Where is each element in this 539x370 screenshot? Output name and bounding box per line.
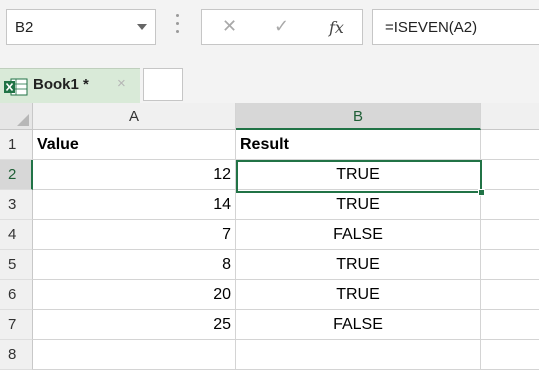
cell-c8[interactable] — [481, 340, 539, 370]
formula-buttons: ✕ ✓ fx — [201, 9, 363, 45]
cell-c1[interactable] — [481, 130, 539, 160]
row-header-6[interactable]: 6 — [0, 280, 33, 310]
cell-b8[interactable] — [236, 340, 481, 370]
column-header-b[interactable]: B — [236, 103, 481, 130]
column-header-a[interactable]: A — [33, 103, 236, 130]
cell-c2[interactable] — [481, 160, 539, 190]
cell-a5[interactable]: 8 — [33, 250, 236, 280]
cell-a8[interactable] — [33, 340, 236, 370]
workbook-tab-strip: Book1 * × — [0, 58, 539, 103]
row-header-2[interactable]: 2 — [0, 160, 33, 190]
cell-a7[interactable]: 25 — [33, 310, 236, 340]
row-header-7[interactable]: 7 — [0, 310, 33, 340]
cell-b2[interactable]: TRUE — [236, 160, 481, 190]
cell-b3[interactable]: TRUE — [236, 190, 481, 220]
tab-book1[interactable]: Book1 * × — [0, 68, 140, 103]
row-header-1[interactable]: 1 — [0, 130, 33, 160]
cell-b1[interactable]: Result — [236, 130, 481, 160]
enter-icon[interactable]: ✓ — [274, 16, 289, 37]
cell-b5[interactable]: TRUE — [236, 250, 481, 280]
cell-c4[interactable] — [481, 220, 539, 250]
name-box[interactable]: B2 — [6, 9, 156, 45]
new-workbook-button[interactable] — [143, 68, 183, 101]
drag-handle-icon[interactable] — [176, 14, 180, 36]
name-box-value: B2 — [15, 19, 34, 36]
cell-a3[interactable]: 14 — [33, 190, 236, 220]
close-icon[interactable]: × — [117, 75, 126, 92]
excel-workbook-icon — [4, 78, 28, 96]
select-all-button[interactable] — [0, 103, 33, 130]
fill-handle[interactable] — [478, 189, 485, 196]
column-header-c[interactable] — [481, 103, 539, 130]
row-header-3[interactable]: 3 — [0, 190, 33, 220]
cell-b7[interactable]: FALSE — [236, 310, 481, 340]
row-header-4[interactable]: 4 — [0, 220, 33, 250]
formula-text: =ISEVEN(A2) — [385, 19, 478, 36]
cell-c5[interactable] — [481, 250, 539, 280]
cell-a4[interactable]: 7 — [33, 220, 236, 250]
row-header-8[interactable]: 8 — [0, 340, 33, 370]
cell-b4[interactable]: FALSE — [236, 220, 481, 250]
chevron-down-icon[interactable] — [137, 24, 147, 30]
cancel-icon[interactable]: ✕ — [222, 16, 237, 37]
cell-b6[interactable]: TRUE — [236, 280, 481, 310]
cell-a2[interactable]: 12 — [33, 160, 236, 190]
cell-a6[interactable]: 20 — [33, 280, 236, 310]
spreadsheet-grid[interactable]: A B 1 2 3 4 5 6 7 8 Value Result 12 TRUE… — [0, 103, 539, 370]
row-header-5[interactable]: 5 — [0, 250, 33, 280]
cell-c7[interactable] — [481, 310, 539, 340]
cell-a1[interactable]: Value — [33, 130, 236, 160]
tab-label: Book1 * — [33, 76, 89, 93]
cell-c3[interactable] — [481, 190, 539, 220]
formula-toolbar: B2 ✕ ✓ fx =ISEVEN(A2) — [0, 0, 539, 58]
insert-function-button[interactable]: fx — [329, 18, 344, 37]
formula-input[interactable]: =ISEVEN(A2) — [372, 9, 539, 45]
cell-c6[interactable] — [481, 280, 539, 310]
